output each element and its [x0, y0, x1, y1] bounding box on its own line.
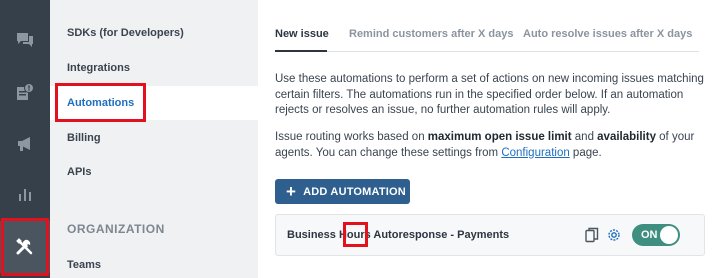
tab-remind-customers[interactable]: Remind customers after X days	[349, 28, 513, 40]
configuration-link[interactable]: Configuration	[501, 147, 569, 159]
gear-icon[interactable]	[606, 227, 622, 243]
automation-tabs: New issue Remind customers after X days …	[275, 20, 699, 52]
settings-nav: SDKs (for Developers) Integrations Autom…	[50, 0, 258, 278]
toggle-label: ON	[641, 229, 658, 241]
gear-highlight-box	[343, 222, 368, 247]
plus-icon: +	[286, 182, 297, 201]
routing-note-prefix: Issue routing works based on	[275, 131, 428, 143]
nav-section-organization: ORGANIZATION	[67, 222, 165, 236]
automation-row[interactable]: Business Hours Autoresponse - Payments O…	[275, 214, 705, 256]
routing-note-mid: and	[571, 131, 598, 143]
routing-note-open-issue-limit: maximum open issue limit	[427, 131, 572, 143]
toggle-knob	[660, 226, 678, 244]
routing-note-availability: availability	[597, 131, 656, 143]
rail-settings-highlight-box	[1, 218, 49, 276]
copy-icon[interactable]	[585, 227, 599, 243]
automation-title: Business Hours Autoresponse - Payments	[287, 229, 510, 241]
notes-alert-icon	[17, 83, 34, 100]
nav-item-teams[interactable]: Teams	[50, 248, 258, 278]
add-automation-label: ADD AUTOMATION	[303, 185, 406, 198]
automations-panel: New issue Remind customers after X days …	[258, 0, 712, 278]
tab-auto-resolve[interactable]: Auto resolve issues after X days	[523, 28, 692, 40]
rail-item-analytics[interactable]	[0, 168, 50, 220]
routing-note-suffix: page.	[569, 146, 602, 159]
nav-item-billing[interactable]: Billing	[50, 121, 258, 155]
nav-item-sdks[interactable]: SDKs (for Developers)	[50, 16, 258, 50]
rail-item-conversations[interactable]	[0, 14, 50, 66]
routing-note: Issue routing works based on maximum ope…	[275, 130, 705, 161]
nav-automations-highlight-box	[55, 83, 146, 122]
nav-item-integrations[interactable]: Integrations	[50, 51, 258, 85]
bar-chart-icon	[19, 189, 31, 201]
automation-toggle[interactable]: ON	[632, 224, 680, 246]
tab-new-issue[interactable]: New issue	[275, 28, 329, 40]
chat-icon	[17, 33, 33, 47]
megaphone-icon	[18, 137, 30, 151]
add-automation-button[interactable]: + ADD AUTOMATION	[275, 179, 410, 204]
nav-item-apis[interactable]: APIs	[50, 155, 258, 189]
active-tab-underline	[275, 50, 327, 52]
rail-item-campaigns[interactable]	[0, 118, 50, 170]
automations-description: Use these automations to perform a set o…	[275, 73, 704, 116]
rail-item-reports[interactable]	[0, 66, 50, 118]
